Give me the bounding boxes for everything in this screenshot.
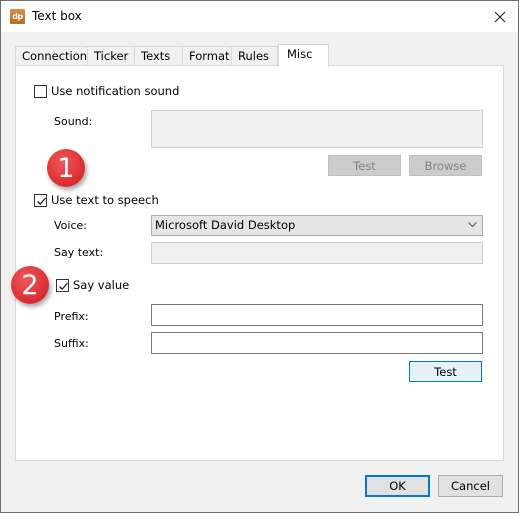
voice-select-value: Microsoft David Desktop (155, 218, 296, 232)
suffix-label: Suffix: (54, 337, 89, 350)
use-text-to-speech-checkbox[interactable] (34, 194, 47, 207)
sound-label: Sound: (54, 115, 93, 128)
close-icon (494, 11, 506, 23)
text-box-dialog: dp Text box Connection Ticker Texts Form… (0, 0, 519, 513)
browse-button[interactable]: Browse (409, 155, 482, 176)
cancel-button[interactable]: Cancel (438, 475, 503, 497)
chevron-down-icon (468, 222, 477, 228)
checkmark-icon (37, 197, 46, 206)
ok-button[interactable]: OK (365, 475, 430, 497)
annotation-badge-2: 2 (11, 266, 49, 304)
tab-connection[interactable]: Connection (15, 46, 88, 66)
sound-test-button[interactable]: Test (328, 155, 401, 176)
tab-misc[interactable]: Misc (278, 44, 329, 67)
prefix-input[interactable] (151, 304, 483, 326)
say-value-checkbox[interactable] (56, 279, 69, 292)
use-notification-sound-checkbox[interactable] (34, 85, 47, 98)
tts-test-button[interactable]: Test (409, 361, 482, 382)
prefix-label: Prefix: (54, 310, 89, 323)
tab-ticker[interactable]: Ticker (87, 46, 135, 66)
voice-label: Voice: (54, 219, 87, 232)
tab-format[interactable]: Format (182, 46, 232, 66)
close-button[interactable] (487, 5, 513, 29)
window-title: Text box (32, 9, 82, 23)
voice-select[interactable]: Microsoft David Desktop (151, 215, 483, 236)
use-notification-sound-label: Use notification sound (51, 84, 180, 98)
say-text-field[interactable] (151, 242, 483, 264)
annotation-badge-1: 1 (47, 149, 85, 187)
checkmark-icon (59, 282, 68, 291)
tab-rules[interactable]: Rules (231, 46, 278, 66)
misc-panel: Use notification sound Sound: Test Brows… (15, 65, 504, 461)
use-text-to-speech-label: Use text to speech (51, 193, 159, 207)
say-value-label: Say value (73, 278, 130, 292)
sound-field[interactable] (151, 110, 483, 148)
app-logo-icon: dp (10, 9, 25, 24)
suffix-input[interactable] (151, 332, 483, 354)
title-bar: dp Text box (1, 1, 518, 32)
say-text-label: Say text: (54, 246, 104, 259)
tab-texts[interactable]: Texts (134, 46, 183, 66)
